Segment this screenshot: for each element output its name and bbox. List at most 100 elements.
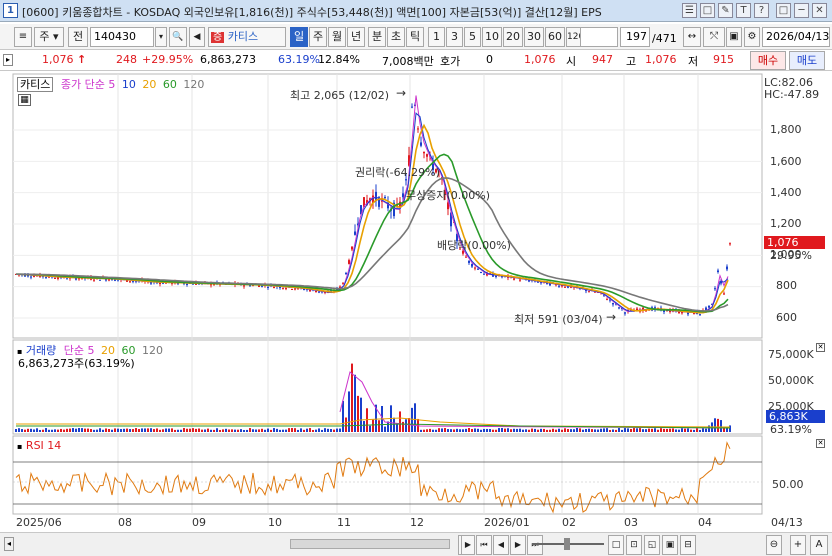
volume-bar bbox=[450, 429, 452, 432]
volume-bar bbox=[36, 428, 38, 432]
date-input[interactable]: 2026/04/13 bbox=[762, 27, 830, 47]
layout-icon-2[interactable]: ⊡ bbox=[626, 535, 642, 555]
interval-60[interactable]: 60 bbox=[545, 27, 565, 47]
code-dropdown-icon[interactable]: ▾ bbox=[155, 27, 167, 47]
search-icon[interactable]: 🔍 bbox=[169, 27, 187, 47]
volume-bar bbox=[612, 429, 614, 432]
quote-change-pct: +29.95% bbox=[142, 53, 194, 66]
volume-bar bbox=[87, 428, 89, 432]
edit-icon[interactable]: ✎ bbox=[718, 3, 733, 18]
stock-badge: 증 bbox=[211, 32, 225, 43]
layout-icon-4[interactable]: ▣ bbox=[662, 535, 678, 555]
quote-ask: 1,076 bbox=[524, 53, 556, 66]
period-tick-tab[interactable]: 틱 bbox=[406, 27, 424, 47]
zoom-in-icon[interactable]: + bbox=[790, 535, 806, 555]
restore-icon[interactable]: □ bbox=[776, 3, 791, 18]
volume-bar bbox=[192, 428, 194, 432]
candle-body bbox=[513, 278, 515, 280]
stock-name-field[interactable]: 증 카티스 bbox=[208, 27, 286, 47]
scroll-left-end-icon[interactable]: ◂ bbox=[4, 537, 14, 551]
volume-bar bbox=[615, 429, 617, 432]
volume-bar bbox=[171, 428, 173, 432]
minimize-icon[interactable]: ─ bbox=[794, 3, 809, 18]
auto-scale-icon[interactable]: A bbox=[810, 535, 828, 555]
volume-bar bbox=[156, 428, 158, 432]
scroll-right-icon[interactable]: ▶ bbox=[461, 535, 475, 555]
gear-icon[interactable]: ⚙ bbox=[744, 27, 760, 47]
horizontal-scrollbar[interactable] bbox=[290, 539, 450, 549]
prev-button[interactable]: 전 bbox=[68, 27, 88, 47]
volume-bar bbox=[639, 428, 641, 432]
prev-page-icon[interactable]: ◀ bbox=[493, 535, 509, 555]
jump-start-icon[interactable]: ⏮ bbox=[476, 535, 492, 555]
stock-type-select[interactable]: 주 ▾ bbox=[34, 27, 64, 47]
buy-button[interactable]: 매수 bbox=[750, 51, 786, 70]
annotation-high-arrow: → bbox=[396, 86, 407, 100]
ma20-line bbox=[15, 123, 729, 314]
volume-bar bbox=[183, 428, 185, 432]
volume-bar bbox=[105, 428, 107, 432]
expand-icon[interactable]: ▸ bbox=[3, 54, 13, 66]
legend-ma10: 10 bbox=[121, 78, 136, 91]
interval-custom-input[interactable] bbox=[580, 27, 618, 47]
window-copy-icon[interactable]: □ bbox=[700, 3, 715, 18]
interval-3[interactable]: 3 bbox=[446, 27, 463, 47]
volume-bar bbox=[537, 429, 539, 432]
zoom-out-icon[interactable]: ⊖ bbox=[766, 535, 782, 555]
volume-bar bbox=[18, 428, 20, 432]
menu-icon[interactable]: ☰ bbox=[682, 3, 697, 18]
help-icon[interactable]: ? bbox=[754, 3, 769, 18]
interval-30[interactable]: 30 bbox=[524, 27, 544, 47]
text-icon[interactable]: T bbox=[736, 3, 751, 18]
candle-body bbox=[30, 276, 32, 278]
sell-button[interactable]: 매도 bbox=[789, 51, 825, 70]
next-page-icon[interactable]: ▶ bbox=[510, 535, 526, 555]
volume-bar bbox=[354, 374, 356, 432]
rsi-close-icon[interactable]: ✕ bbox=[816, 439, 825, 448]
period-day-tab[interactable]: 일 bbox=[290, 27, 308, 47]
volume-bar bbox=[312, 429, 314, 432]
stock-code-input[interactable]: 140430 bbox=[90, 27, 154, 47]
candle-body bbox=[267, 287, 269, 289]
period-week-tab[interactable]: 주 bbox=[309, 27, 327, 47]
volume-bar bbox=[120, 429, 122, 432]
volume-bar bbox=[315, 429, 317, 432]
chart-area[interactable] bbox=[0, 72, 832, 532]
volume-close-icon[interactable]: ✕ bbox=[816, 343, 825, 352]
zoom-slider-handle[interactable] bbox=[564, 538, 570, 550]
volume-bar bbox=[423, 429, 425, 432]
layout-icon-1[interactable]: □ bbox=[608, 535, 624, 555]
candle-body bbox=[291, 289, 293, 291]
settings-menu-icon[interactable]: ≡ bbox=[14, 27, 32, 47]
interval-5[interactable]: 5 bbox=[464, 27, 481, 47]
volume-bar bbox=[594, 429, 596, 432]
volume-bar bbox=[111, 429, 113, 432]
period-second-tab[interactable]: 초 bbox=[387, 27, 405, 47]
layout-icon-3[interactable]: ◱ bbox=[644, 535, 660, 555]
volume-bar bbox=[414, 403, 416, 432]
layout-icon-5[interactable]: ⊟ bbox=[680, 535, 696, 555]
volume-bar bbox=[729, 425, 731, 432]
rsi-line bbox=[13, 441, 762, 514]
crosshair-icon[interactable]: ⤲ bbox=[703, 27, 725, 47]
interval-1[interactable]: 1 bbox=[428, 27, 445, 47]
annotation-dividend: 배당락(0.00%) bbox=[437, 239, 511, 252]
volume-bar bbox=[576, 428, 578, 432]
interval-10[interactable]: 10 bbox=[482, 27, 502, 47]
volume-bar bbox=[474, 428, 476, 432]
period-minute-tab[interactable]: 분 bbox=[368, 27, 386, 47]
table-icon[interactable]: ▦ bbox=[18, 94, 31, 106]
close-icon[interactable]: ✕ bbox=[812, 3, 827, 18]
display-count-input[interactable]: 197 bbox=[620, 27, 650, 47]
volume-bar bbox=[108, 429, 110, 432]
xaxis-label-6: 2026/01 bbox=[484, 516, 530, 529]
candle-body bbox=[417, 128, 419, 130]
jump-end-icon[interactable]: ⏭ bbox=[527, 535, 543, 555]
interval-20[interactable]: 20 bbox=[503, 27, 523, 47]
speaker-icon[interactable]: ◀ bbox=[189, 27, 205, 47]
xaxis-label-7: 02 bbox=[562, 516, 576, 529]
save-icon[interactable]: ▣ bbox=[726, 27, 742, 47]
period-month-tab[interactable]: 월 bbox=[328, 27, 346, 47]
chart-arrow-icon[interactable]: ↔ bbox=[683, 27, 701, 47]
period-year-tab[interactable]: 년 bbox=[347, 27, 365, 47]
